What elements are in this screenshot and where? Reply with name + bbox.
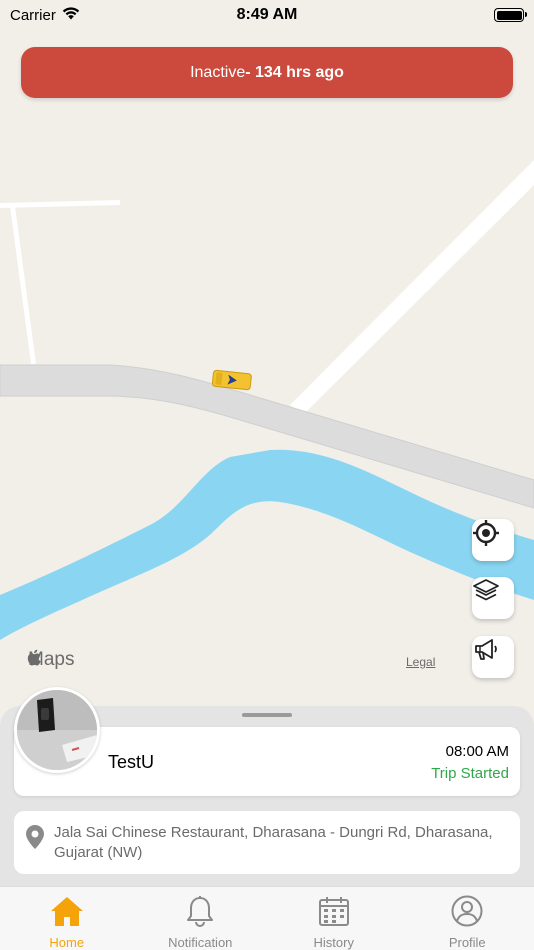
- home-icon: [50, 895, 84, 932]
- driver-photo: [17, 690, 97, 770]
- layers-button[interactable]: [472, 577, 514, 619]
- legal-link[interactable]: Legal: [406, 655, 435, 669]
- tab-profile[interactable]: Profile: [401, 887, 534, 950]
- tab-label-notification: Notification: [168, 935, 233, 950]
- tab-history[interactable]: History: [267, 887, 401, 950]
- driver-name: TestU: [108, 752, 155, 772]
- tab-notification[interactable]: Notification: [134, 887, 268, 950]
- sheet-grabber[interactable]: [242, 713, 292, 717]
- map-canvas: [0, 0, 534, 710]
- status-text: Inactive: [190, 63, 246, 81]
- address-text: Jala Sai Chinese Restaurant, Dharasana -…: [54, 824, 493, 861]
- status-bar: Carrier 8:49 AM: [0, 0, 534, 30]
- announce-button[interactable]: [472, 636, 514, 678]
- location-pin-icon: [26, 825, 44, 854]
- calendar-icon: [317, 895, 351, 932]
- tab-label-profile: Profile: [448, 935, 486, 950]
- battery-icon: [494, 8, 527, 22]
- inactive-status-banner: Inactive - 134 hrs ago: [21, 47, 513, 98]
- trip-time: 08:00 AM: [445, 743, 509, 760]
- clock: 8:49 AM: [236, 6, 298, 23]
- locate-button[interactable]: [472, 519, 514, 561]
- apple-maps-logo: Maps: [26, 649, 74, 671]
- map-view[interactable]: Inactive - 134 hrs ago Maps Legal: [0, 0, 534, 710]
- wifi-icon: [62, 6, 80, 24]
- tab-bar: Home Notification History Profile: [0, 886, 534, 950]
- inactive-duration: - 134 hrs ago: [245, 63, 344, 81]
- address-card[interactable]: Jala Sai Chinese Restaurant, Dharasana -…: [14, 811, 520, 874]
- user-icon: [450, 895, 484, 932]
- tab-label-history: History: [313, 935, 354, 950]
- bell-icon: [183, 895, 217, 932]
- driver-avatar[interactable]: [14, 687, 100, 773]
- trip-status: Trip Started: [431, 765, 509, 782]
- tab-label-home: Home: [49, 935, 85, 950]
- carrier-label: Carrier: [10, 6, 56, 24]
- tab-home[interactable]: Home: [0, 887, 134, 950]
